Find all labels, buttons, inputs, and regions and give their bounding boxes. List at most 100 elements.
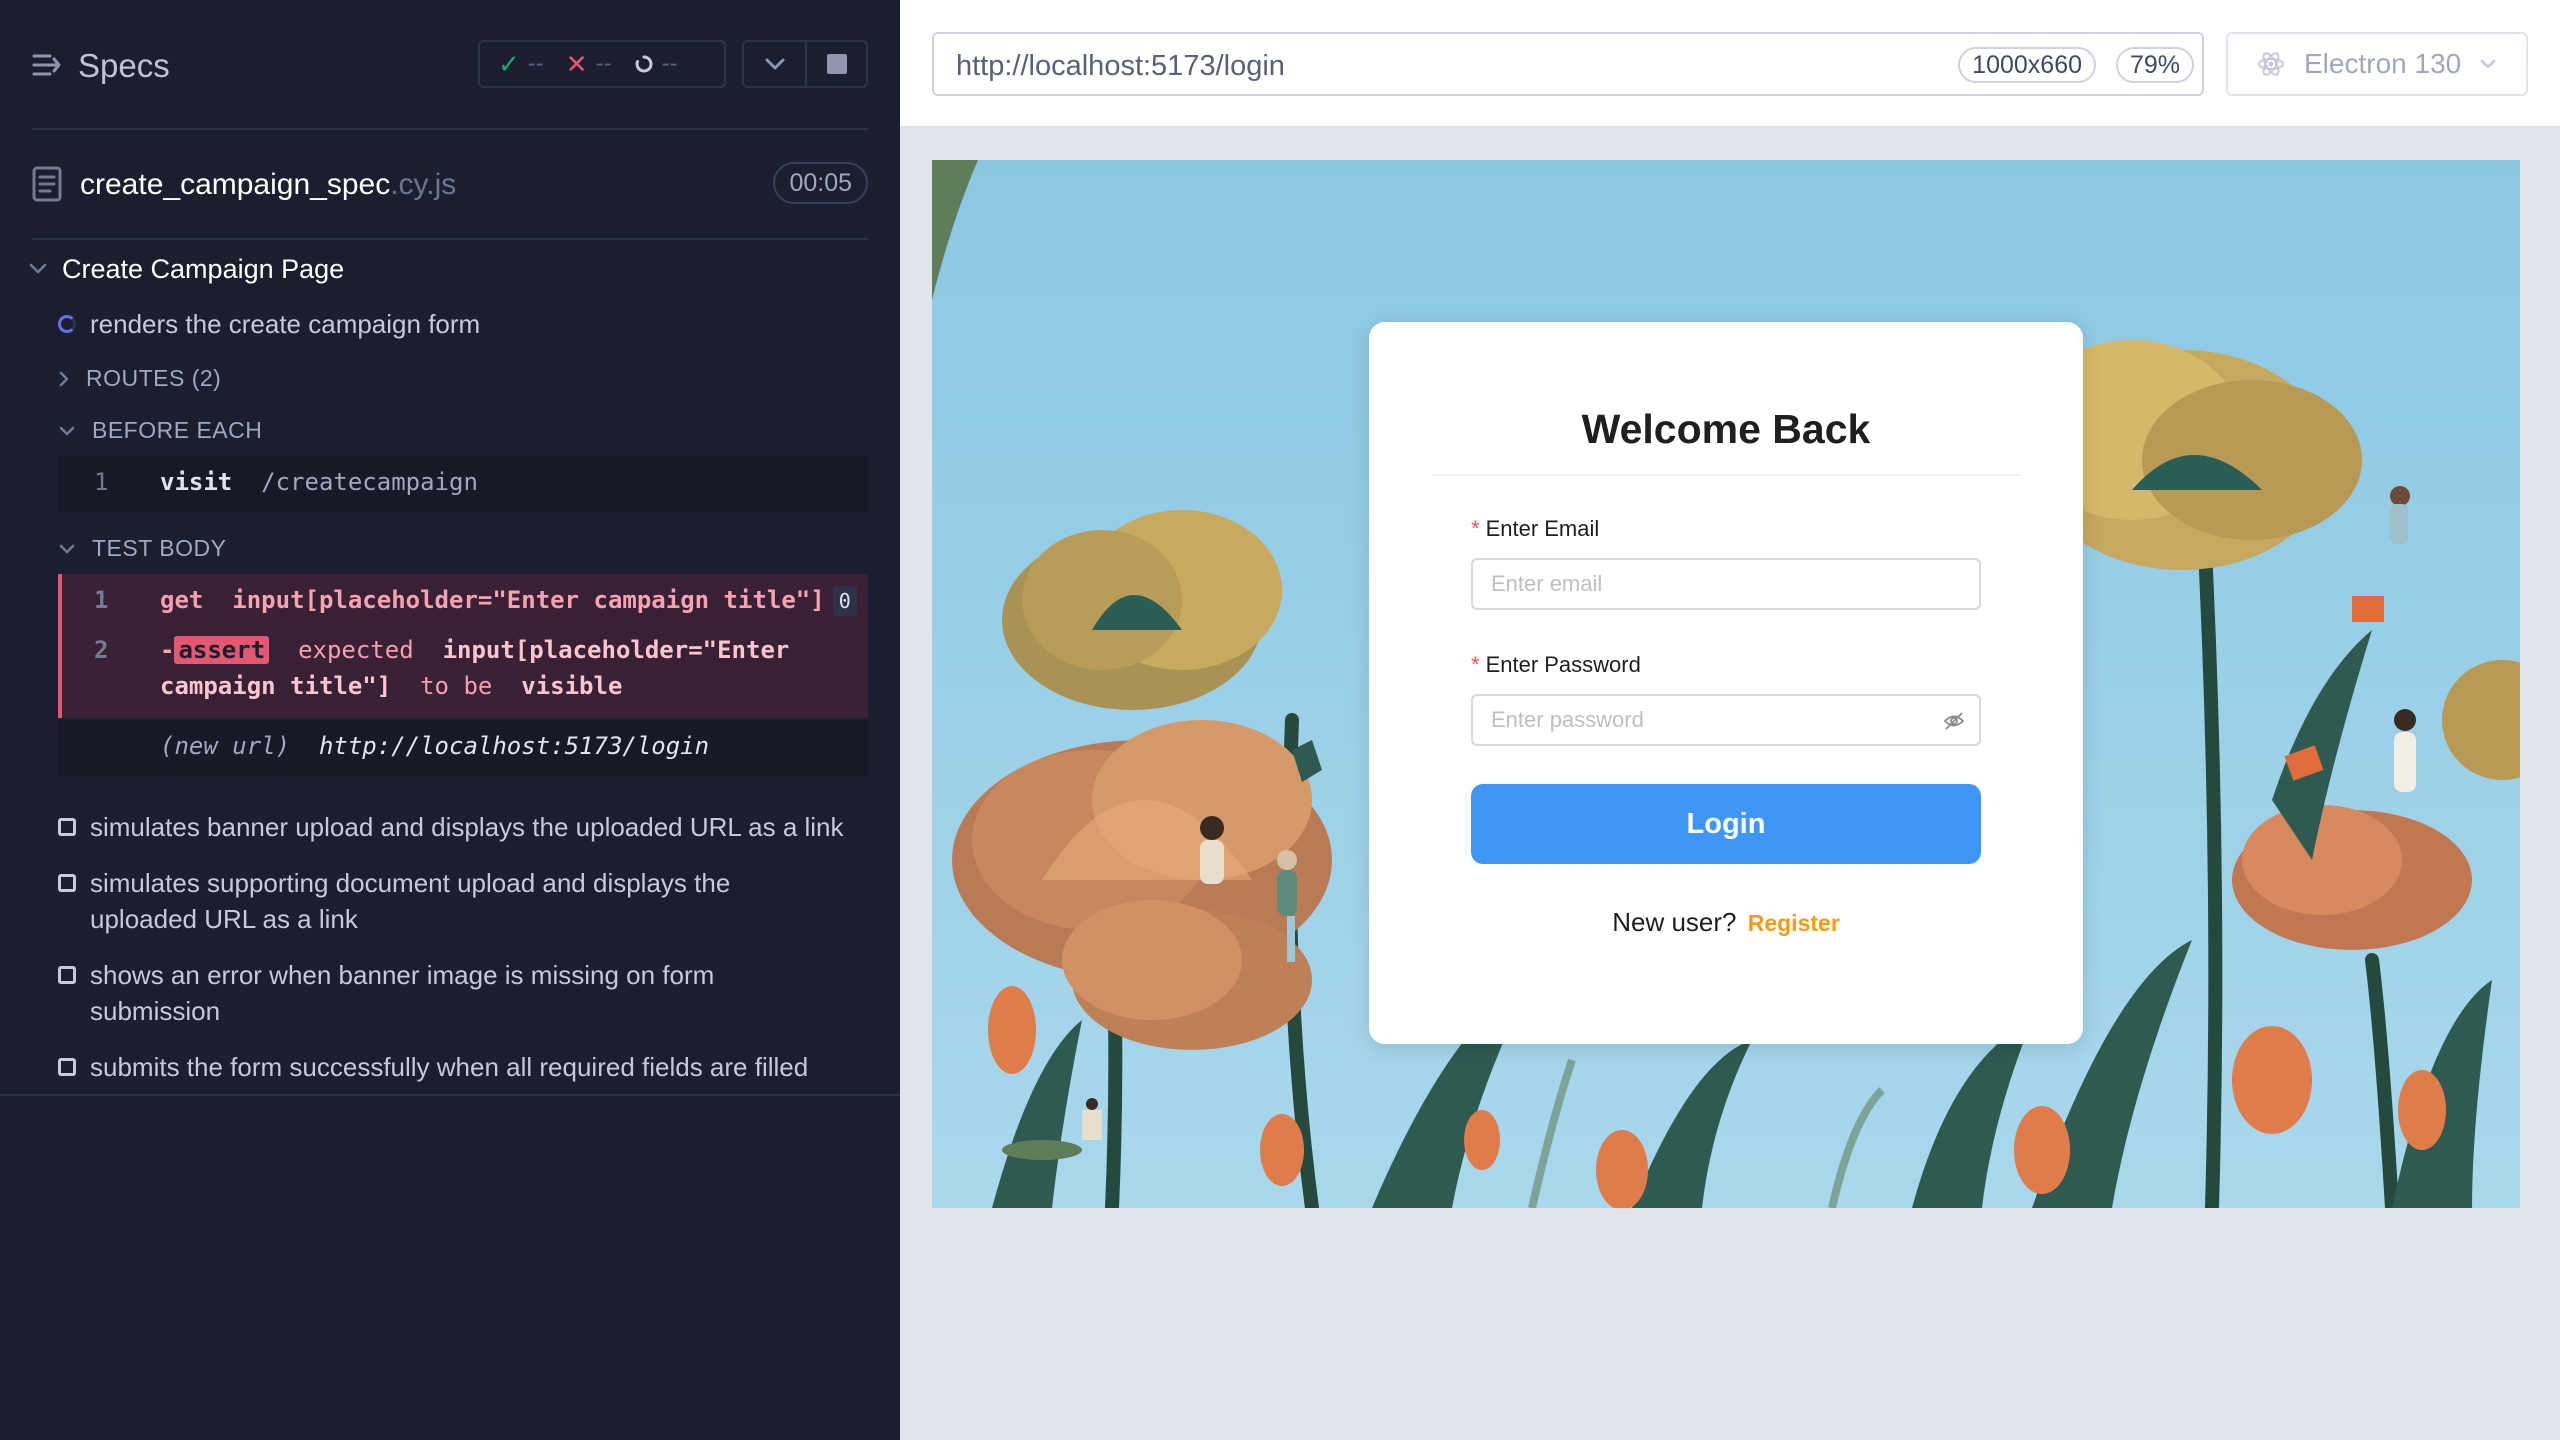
- login-title: Welcome Back: [1581, 406, 1871, 452]
- before-each-label: BEFORE EACH: [92, 417, 263, 443]
- command-arg: input[placeholder="Enter campaign title"…: [232, 586, 825, 614]
- eye-invisible-icon[interactable]: [1943, 710, 1965, 732]
- url-bar[interactable]: http://localhost:5173/login 1000x660 79%: [932, 32, 2204, 96]
- failed-count: --: [595, 50, 612, 77]
- active-test-title: renders the create campaign form: [90, 309, 481, 339]
- reporter-header: Specs ✓ -- ✕ -- --: [0, 0, 900, 130]
- spec-duration: 00:05: [773, 162, 868, 204]
- failed-stat: ✕ --: [566, 49, 612, 80]
- queued-test-icon: [58, 1058, 76, 1076]
- required-asterisk: *: [1471, 516, 1480, 541]
- specs-list-icon[interactable]: [32, 50, 62, 80]
- specs-title[interactable]: Specs: [78, 47, 170, 85]
- test-row[interactable]: simulates banner upload and displays the…: [58, 809, 844, 845]
- chevron-down-icon: [59, 426, 75, 435]
- pending-stat: --: [634, 50, 678, 78]
- new-url-label: (new url): [160, 732, 291, 760]
- stop-button[interactable]: [805, 42, 866, 86]
- required-asterisk: *: [1471, 652, 1480, 677]
- spec-extension: .cy.js: [390, 168, 457, 201]
- queued-test-icon: [58, 818, 76, 836]
- element-count-badge: 0: [832, 586, 857, 616]
- new-url-log: (new url) http://localhost:5173/login: [58, 720, 868, 776]
- command-text-cont: campaign title"] to be visible: [160, 664, 622, 708]
- command-name: visit: [160, 468, 233, 496]
- password-label-text: Enter Password: [1485, 652, 1641, 677]
- stop-icon: [826, 54, 847, 74]
- command-number: 2: [94, 636, 109, 664]
- failed-commands: 1 get input[placeholder="Enter campaign …: [58, 574, 868, 718]
- routes-section[interactable]: ROUTES (2): [58, 365, 221, 392]
- command-number: 1: [94, 468, 109, 496]
- queued-test-icon: [58, 966, 76, 984]
- assert-visible: visible: [521, 672, 623, 700]
- register-link[interactable]: Register: [1748, 910, 1840, 936]
- new-url-text: (new url) http://localhost:5173/login: [160, 720, 709, 772]
- run-controls: [742, 40, 868, 88]
- command-assert[interactable]: 2 - assert expected input[placeholder="En…: [62, 626, 868, 716]
- email-label-text: Enter Email: [1485, 516, 1600, 541]
- password-label: * Enter Password: [1471, 652, 1641, 678]
- new-url-value: http://localhost:5173/login: [318, 732, 710, 760]
- passed-count: --: [527, 50, 544, 77]
- test-title: simulates banner upload and displays the…: [90, 812, 844, 842]
- assert-pill: assert: [174, 636, 270, 664]
- active-test-row[interactable]: renders the create campaign form: [58, 306, 480, 342]
- routes-label: ROUTES (2): [86, 365, 222, 391]
- new-url-row[interactable]: (new url) http://localhost:5173/login: [58, 720, 868, 772]
- email-label: * Enter Email: [1471, 516, 1599, 542]
- test-row[interactable]: shows an error when banner image is miss…: [58, 957, 778, 1029]
- chevron-down-icon: [765, 58, 784, 70]
- queued-test-icon: [58, 874, 76, 892]
- email-field[interactable]: Enter email: [1471, 558, 1981, 610]
- test-body-label: TEST BODY: [92, 535, 227, 561]
- assert-expected: expected: [298, 636, 414, 664]
- passed-stat: ✓ --: [498, 49, 544, 80]
- login-button[interactable]: Login: [1471, 784, 1981, 864]
- suite-row[interactable]: Create Campaign Page: [28, 252, 344, 286]
- card-divider: [1431, 474, 2021, 476]
- check-icon: ✓: [498, 48, 520, 79]
- pending-icon: [635, 55, 653, 73]
- chevron-down-icon: [2480, 59, 2496, 69]
- viewport-size-badge[interactable]: 1000x660: [1958, 47, 2096, 83]
- header-divider: [32, 128, 868, 130]
- browser-name: Electron 130: [2304, 48, 2462, 79]
- app-under-test-frame: Welcome Back * Enter Email Enter email * E…: [932, 160, 2520, 1208]
- command-get[interactable]: 1 get input[placeholder="Enter campaign …: [62, 574, 868, 626]
- before-each-section[interactable]: BEFORE EACH: [58, 417, 262, 444]
- command-log-panel: Specs ✓ -- ✕ -- -- create_campaign_spec.…: [0, 0, 900, 1440]
- test-row[interactable]: submits the form successfully when all r…: [58, 1049, 808, 1085]
- assert-arg-part2: campaign title"]: [160, 672, 392, 700]
- command-text: visit /createcampaign: [160, 456, 478, 508]
- chevron-down-icon: [59, 544, 75, 553]
- password-field[interactable]: Enter password: [1471, 694, 1981, 746]
- aut-header: http://localhost:5173/login 1000x660 79%…: [900, 0, 2560, 128]
- email-placeholder: Enter email: [1491, 571, 1603, 596]
- test-title: submits the form successfully when all r…: [90, 1052, 809, 1082]
- browser-selector[interactable]: Electron 130: [2226, 32, 2528, 96]
- spec-file-name[interactable]: create_campaign_spec.cy.js: [80, 168, 456, 202]
- spec-divider: [32, 238, 868, 240]
- password-placeholder: Enter password: [1491, 707, 1644, 732]
- chevron-down-icon: [29, 263, 47, 274]
- url-text[interactable]: http://localhost:5173/login: [956, 50, 1285, 83]
- test-row[interactable]: simulates supporting document upload and…: [58, 865, 818, 937]
- running-spinner-icon: [58, 315, 76, 333]
- test-title: simulates supporting document upload and…: [90, 868, 731, 934]
- new-user-text: New user?: [1612, 907, 1737, 937]
- spec-basename: create_campaign_spec: [80, 168, 391, 201]
- before-each-commands: 1 visit /createcampaign: [58, 456, 868, 512]
- expand-toggle-button[interactable]: [744, 42, 805, 86]
- scale-badge[interactable]: 79%: [2115, 47, 2194, 83]
- electron-icon: [2258, 52, 2284, 76]
- test-title: shows an error when banner image is miss…: [90, 960, 715, 1026]
- suite-title: Create Campaign Page: [62, 253, 345, 284]
- suite-bottom-divider: [0, 1094, 900, 1096]
- command-visit[interactable]: 1 visit /createcampaign: [58, 456, 868, 508]
- command-text: get input[placeholder="Enter campaign ti…: [160, 574, 857, 626]
- test-body-section[interactable]: TEST BODY: [58, 535, 226, 562]
- command-name: get: [160, 586, 204, 614]
- assert-to-be: to be: [420, 672, 493, 700]
- register-row: New user? Register: [1369, 907, 2083, 938]
